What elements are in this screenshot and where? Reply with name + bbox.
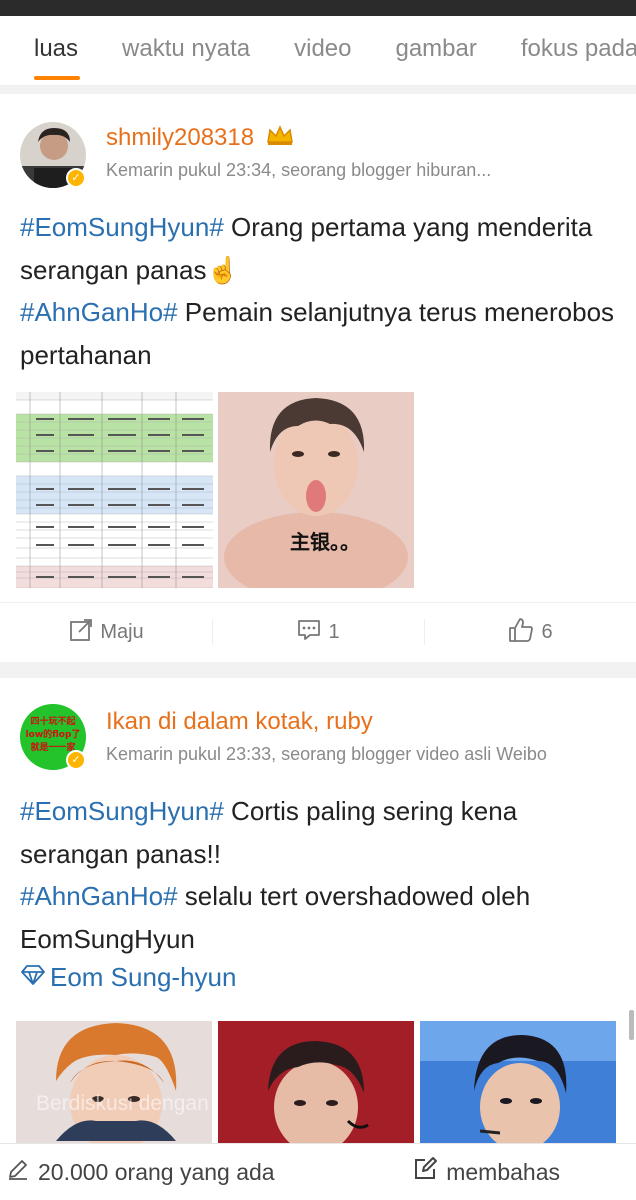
- divider: [0, 662, 636, 678]
- post-image-photo[interactable]: [420, 1021, 616, 1143]
- verified-badge-icon: ✓: [66, 168, 86, 188]
- tab-waktu-nyata[interactable]: waktu nyata: [100, 16, 272, 85]
- feed-post: ✓ shmily208318 Kemarin pukul 23:34, seor…: [0, 94, 636, 662]
- like-button[interactable]: 6: [424, 603, 636, 662]
- tab-video[interactable]: video: [272, 16, 373, 85]
- topic-link[interactable]: Eom Sung-hyun: [20, 962, 236, 993]
- hashtag-link[interactable]: #EomSungHyun#: [20, 212, 224, 242]
- verified-badge-icon: ✓: [66, 750, 86, 770]
- edit-icon: [412, 1156, 438, 1188]
- diamond-icon: [20, 962, 46, 993]
- username[interactable]: shmily208318: [106, 124, 295, 153]
- username[interactable]: Ikan di dalam kotak, ruby: [106, 708, 373, 736]
- thumbs-up-icon: [507, 616, 535, 650]
- divider: [0, 86, 636, 94]
- tab-bar: luas waktu nyata video gambar fokus pada: [0, 16, 636, 86]
- post-image-photo[interactable]: [16, 1021, 212, 1143]
- post-image-photo[interactable]: 主银。。: [218, 392, 414, 588]
- comment-icon: [296, 617, 322, 649]
- pencil-icon: [6, 1157, 30, 1187]
- image-caption: 主银。。: [290, 530, 360, 554]
- hashtag-link[interactable]: #EomSungHyun#: [20, 796, 224, 826]
- discuss-button[interactable]: membahas: [412, 1156, 560, 1188]
- post-text: #EomSungHyun# Cortis paling sering kena …: [20, 796, 531, 954]
- post-meta: Kemarin pukul 23:34, seorang blogger hib…: [106, 160, 492, 180]
- status-bar: [0, 0, 636, 16]
- post-image-photo[interactable]: [218, 1021, 414, 1143]
- crown-icon: [265, 124, 295, 153]
- bottom-bar: 20.000 orang yang ada membahas: [0, 1143, 636, 1200]
- hashtag-link[interactable]: #AhnGanHo#: [20, 297, 178, 327]
- post-text: #EomSungHyun# Orang pertama yang menderi…: [20, 212, 615, 370]
- feed-post: 四十玩不起 low的flop了 就是一一家 ✓ Ikan di dalam ko…: [0, 678, 636, 1143]
- repost-button[interactable]: Maju: [0, 603, 212, 662]
- tab-luas[interactable]: luas: [0, 16, 100, 85]
- post-meta: Kemarin pukul 23:33, seorang blogger vid…: [106, 744, 547, 764]
- repost-icon: [68, 617, 94, 649]
- overlay-caption: Berdiskusi dengan: [36, 1092, 209, 1115]
- avatar-text: 四十玩不起 low的flop了 就是一一家: [25, 717, 81, 753]
- hashtag-link[interactable]: #AhnGanHo#: [20, 881, 178, 911]
- scroll-indicator[interactable]: [629, 1010, 634, 1040]
- post-image-table[interactable]: [16, 392, 213, 588]
- post-actions: Maju 1 6: [0, 602, 636, 662]
- tab-gambar[interactable]: gambar: [373, 16, 498, 85]
- participants-count[interactable]: 20.000 orang yang ada: [6, 1157, 275, 1187]
- tab-fokus-pada[interactable]: fokus pada: [499, 16, 636, 85]
- comment-button[interactable]: 1: [212, 603, 424, 662]
